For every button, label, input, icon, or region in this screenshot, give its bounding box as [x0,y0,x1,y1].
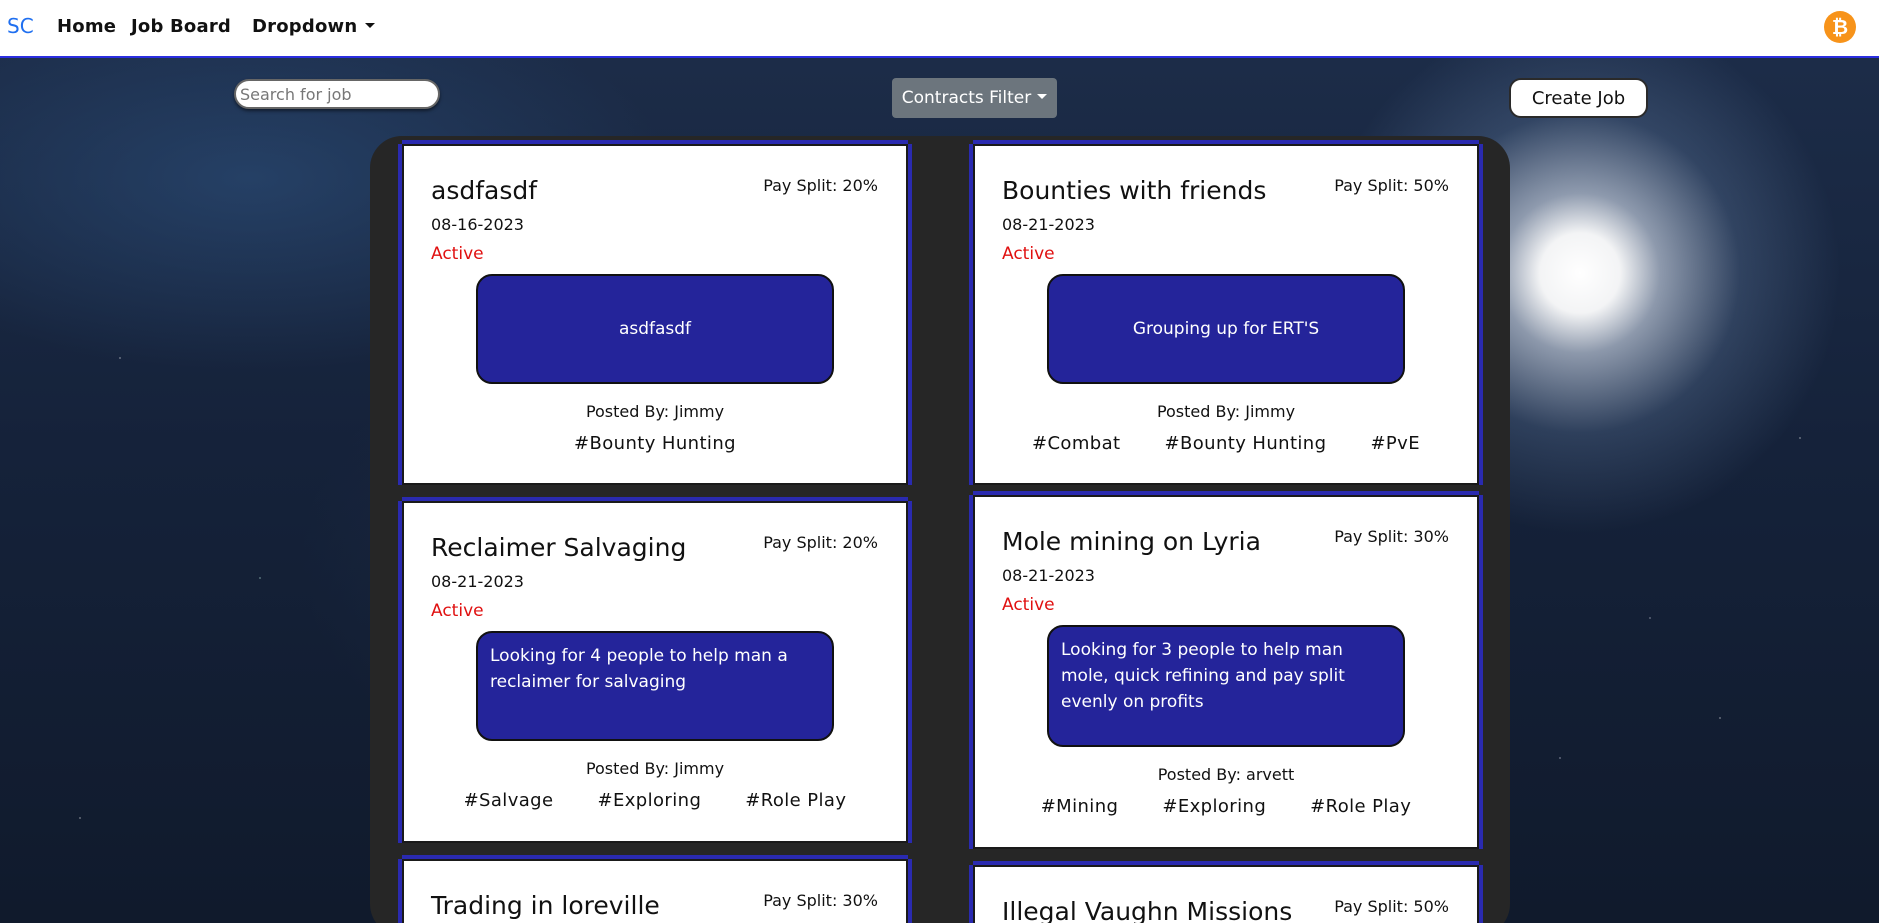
job-description: Grouping up for ERT'S [1047,274,1405,384]
job-date: 08-21-2023 [1002,566,1095,585]
job-card[interactable]: asdfasdf Pay Split: 20% 08-16-2023 Activ… [402,144,908,485]
job-title: Trading in loreville [431,891,660,920]
job-card[interactable]: Bounties with friends Pay Split: 50% 08-… [973,144,1479,485]
tag[interactable]: #Bounty Hunting [1165,433,1327,454]
job-card[interactable]: Illegal Vaughn Missions Pay Split: 50% [973,865,1479,923]
pay-split: Pay Split: 30% [763,891,878,910]
posted-by: Posted By: arvett [1157,765,1295,784]
tag[interactable]: #Exploring [1162,796,1266,817]
job-card[interactable]: Trading in loreville Pay Split: 30% [402,859,908,923]
job-description: Looking for 3 people to help man mole, q… [1047,625,1405,747]
tag-list: #Mining #Exploring #Role Play [975,796,1477,817]
tag[interactable]: #Salvage [464,790,554,811]
tag-list: #Salvage #Exploring #Role Play [404,790,906,811]
status-badge: Active [1002,595,1055,615]
tag[interactable]: #Role Play [745,790,846,811]
tag[interactable]: #Exploring [597,790,701,811]
posted-by: Posted By: Jimmy [585,402,725,421]
pay-split: Pay Split: 20% [763,533,878,552]
bitcoin-icon[interactable]: ₿ [1824,11,1856,43]
status-badge: Active [1002,244,1055,264]
nav-home[interactable]: Home [57,16,116,37]
tag-list: #Bounty Hunting [404,433,906,454]
job-title: asdfasdf [431,176,538,205]
contracts-filter-label: Contracts Filter [901,88,1032,108]
nav-dropdown-label: Dropdown [252,16,358,37]
posted-by: Posted By: Jimmy [585,759,725,778]
pay-split: Pay Split: 30% [1334,527,1449,546]
status-badge: Active [431,601,484,621]
tag[interactable]: #Combat [1032,433,1121,454]
navbar: SC Home Job Board Dropdown ₿ [0,0,1879,58]
pay-split: Pay Split: 20% [763,176,878,195]
chevron-down-icon [1037,93,1048,99]
job-title: Mole mining on Lyria [1002,527,1261,556]
job-title: Reclaimer Salvaging [431,533,687,562]
pay-split: Pay Split: 50% [1334,176,1449,195]
posted-by: Posted By: Jimmy [1156,402,1296,421]
nav-job-board[interactable]: Job Board [131,16,231,37]
job-description: asdfasdf [476,274,834,384]
job-card[interactable]: Mole mining on Lyria Pay Split: 30% 08-2… [973,495,1479,849]
tag[interactable]: #Role Play [1310,796,1411,817]
brand-link[interactable]: SC [7,14,34,38]
job-card[interactable]: Reclaimer Salvaging Pay Split: 20% 08-21… [402,501,908,843]
chevron-down-icon [365,22,376,28]
nav-dropdown[interactable]: Dropdown [252,16,376,37]
status-badge: Active [431,244,484,264]
tag-list: #Combat #Bounty Hunting #PvE [975,433,1477,454]
job-description: Looking for 4 people to help man a recla… [476,631,834,741]
search-input[interactable] [234,79,440,109]
job-date: 08-16-2023 [431,215,524,234]
job-title: Illegal Vaughn Missions [1002,897,1293,923]
tag[interactable]: #PvE [1370,433,1420,454]
create-job-button[interactable]: Create Job [1509,78,1648,118]
tag[interactable]: #Mining [1041,796,1119,817]
pay-split: Pay Split: 50% [1334,897,1449,916]
job-title: Bounties with friends [1002,176,1267,205]
tag[interactable]: #Bounty Hunting [574,433,736,454]
contracts-filter-button[interactable]: Contracts Filter [892,78,1057,118]
job-date: 08-21-2023 [1002,215,1095,234]
job-date: 08-21-2023 [431,572,524,591]
